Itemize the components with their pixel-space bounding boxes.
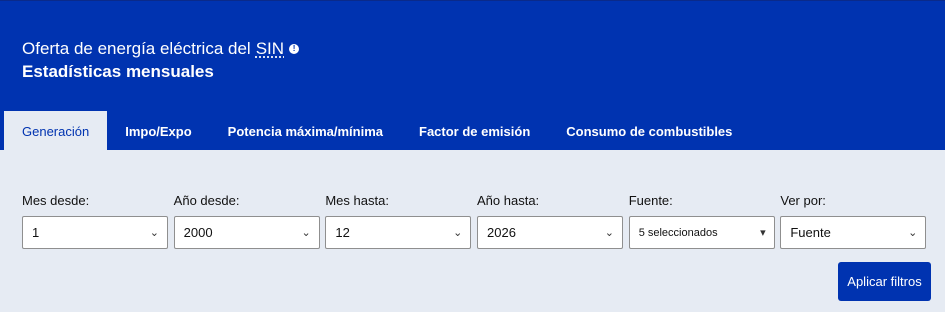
anio-hasta-label: Año hasta: — [477, 193, 540, 208]
tab-bar: Generación Impo/Expo Potencia máxima/mín… — [4, 111, 750, 151]
fuente-multiselect[interactable]: 5 seleccionados ▾ — [628, 216, 775, 249]
mes-desde-value: 1 — [32, 225, 40, 240]
mes-desde-label: Mes desde: — [22, 193, 90, 208]
sin-abbreviation[interactable]: SIN — [256, 39, 284, 59]
apply-filters-button[interactable]: Aplicar filtros — [838, 262, 931, 301]
fuente-label: Fuente: — [628, 193, 673, 208]
anio-desde-label: Año desde: — [173, 193, 240, 208]
mes-desde-select[interactable]: 1 ⌄ — [22, 216, 168, 249]
mes-hasta-label: Mes hasta: — [325, 193, 389, 208]
ver-por-field: Ver por: Fuente ⌄ — [780, 193, 932, 249]
tab-impo-expo[interactable]: Impo/Expo — [107, 111, 209, 151]
filter-bar: Mes desde: 1 ⌄ Año desde: 2000 ⌄ Mes has… — [22, 193, 932, 249]
chevron-down-icon: ⌄ — [604, 227, 615, 239]
chevron-down-icon: ⌄ — [301, 227, 311, 239]
ver-por-label: Ver por: — [780, 193, 826, 208]
anio-hasta-value: 2026 — [487, 225, 516, 240]
tab-generacion[interactable]: Generación — [4, 111, 108, 151]
mes-hasta-select[interactable]: 12 ⌄ — [325, 216, 472, 249]
tab-potencia[interactable]: Potencia máxima/mínima — [210, 111, 401, 151]
fuente-value: 5 seleccionados — [638, 226, 718, 239]
page-title: Oferta de energía eléctrica del SIN ! — [22, 39, 300, 59]
chevron-down-icon: ⌄ — [908, 227, 918, 239]
tab-factor-emision[interactable]: Factor de emisión — [401, 111, 548, 151]
anio-desde-field: Año desde: 2000 ⌄ — [173, 193, 326, 249]
tab-consumo-combustibles[interactable]: Consumo de combustibles — [548, 111, 750, 151]
page-header: Oferta de energía eléctrica del SIN ! Es… — [0, 0, 945, 151]
caret-down-icon: ▾ — [760, 227, 766, 239]
chevron-down-icon: ⌄ — [453, 227, 463, 239]
anio-hasta-select[interactable]: 2026 ⌄ — [477, 216, 624, 249]
ver-por-value: Fuente — [790, 225, 831, 240]
mes-hasta-value: 12 — [335, 225, 350, 240]
ver-por-select[interactable]: Fuente ⌄ — [780, 216, 927, 249]
info-icon[interactable]: ! — [289, 44, 300, 54]
chevron-down-icon: ⌄ — [149, 227, 159, 239]
info-icon-glyph: ! — [292, 44, 296, 53]
anio-hasta-field: Año hasta: 2026 ⌄ — [477, 193, 629, 249]
fuente-field: Fuente: 5 seleccionados ▾ — [628, 193, 781, 249]
anio-desde-value: 2000 — [183, 225, 213, 240]
mes-hasta-field: Mes hasta: 12 ⌄ — [325, 193, 477, 249]
anio-desde-select[interactable]: 2000 ⌄ — [173, 216, 320, 249]
page-subtitle: Estadísticas mensuales — [22, 62, 214, 81]
mes-desde-field: Mes desde: 1 ⌄ — [22, 193, 174, 249]
page-title-text: Oferta de energía eléctrica del — [22, 39, 251, 58]
